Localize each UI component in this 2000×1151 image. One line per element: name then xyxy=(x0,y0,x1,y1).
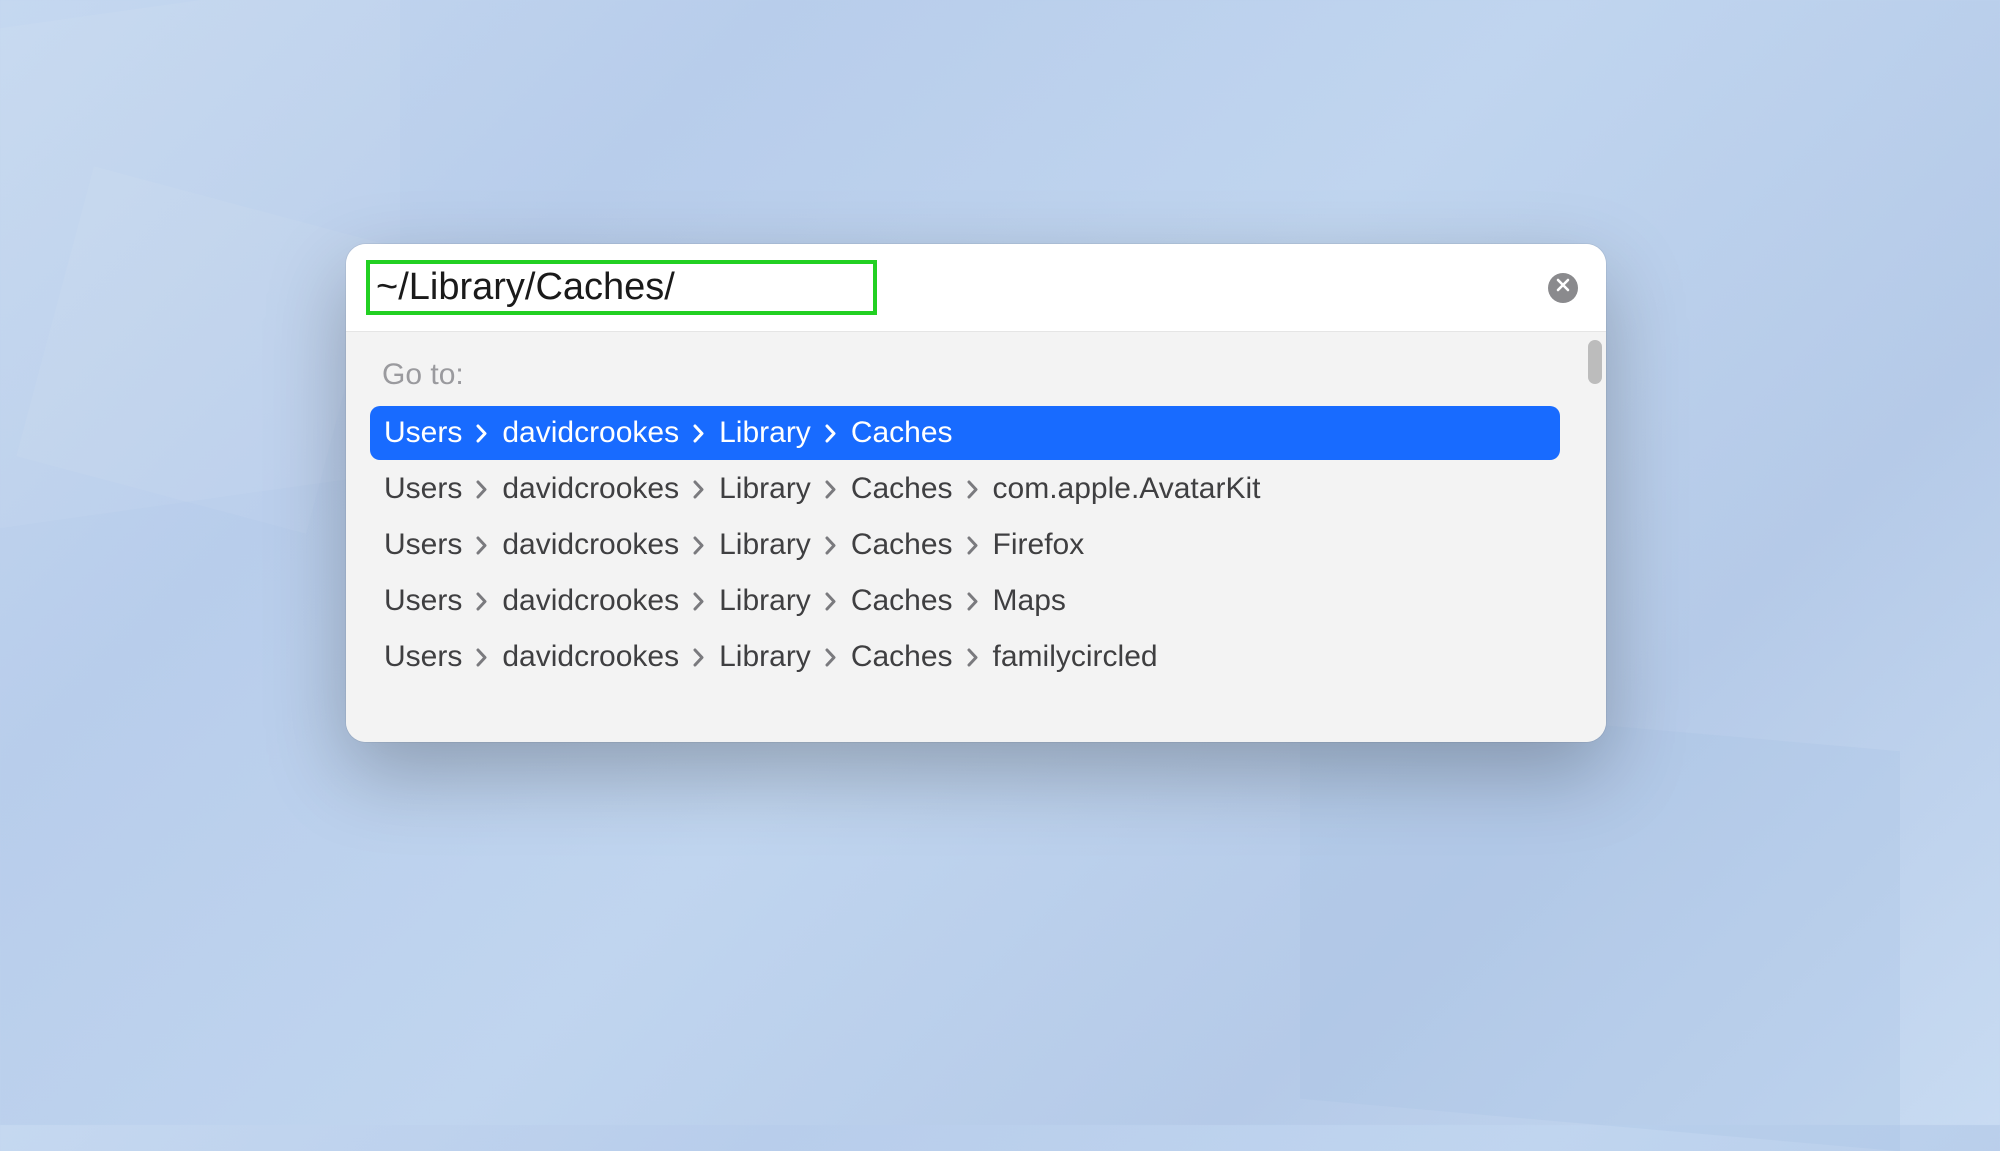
path-segment: Users xyxy=(384,584,462,618)
input-highlight-box xyxy=(366,260,877,315)
result-row[interactable]: Users davidcrookes Library Caches Firefox xyxy=(370,518,1560,572)
chevron-right-icon xyxy=(693,480,705,499)
result-row[interactable]: Users davidcrookes Library Caches familycirc… xyxy=(370,630,1560,684)
chevron-right-icon xyxy=(967,536,979,555)
results-list: Go to: UsersdavidcrookesLibraryCachesUse… xyxy=(346,332,1584,742)
path-segment: Caches xyxy=(851,640,953,674)
path-segment: Library xyxy=(719,528,811,562)
path-segment: Library xyxy=(719,640,811,674)
search-row xyxy=(346,244,1606,332)
result-row[interactable]: Users davidcrookes Library Caches Maps xyxy=(370,574,1560,628)
chevron-right-icon xyxy=(967,592,979,611)
close-icon xyxy=(1556,278,1570,297)
chevron-right-icon xyxy=(825,536,837,555)
path-segment: Users xyxy=(384,472,462,506)
path-segment: davidcrookes xyxy=(502,472,679,506)
chevron-right-icon xyxy=(693,648,705,667)
chevron-right-icon xyxy=(476,648,488,667)
chevron-right-icon xyxy=(476,592,488,611)
chevron-right-icon xyxy=(476,424,488,443)
chevron-right-icon xyxy=(693,536,705,555)
path-segment: Library xyxy=(719,416,811,450)
chevron-right-icon xyxy=(825,480,837,499)
result-row[interactable]: Users davidcrookes Library Caches xyxy=(370,406,1560,460)
chevron-right-icon xyxy=(825,592,837,611)
path-segment: Caches xyxy=(851,528,953,562)
chevron-right-icon xyxy=(476,480,488,499)
scrollbar-thumb[interactable] xyxy=(1588,340,1602,384)
clear-button[interactable] xyxy=(1548,273,1578,303)
chevron-right-icon xyxy=(476,536,488,555)
path-segment: davidcrookes xyxy=(502,640,679,674)
path-segment: davidcrookes xyxy=(502,416,679,450)
chevron-right-icon xyxy=(825,648,837,667)
results-area: Go to: UsersdavidcrookesLibraryCachesUse… xyxy=(346,332,1606,742)
path-segment: Caches xyxy=(851,416,953,450)
path-segment: Caches xyxy=(851,472,953,506)
scrollbar[interactable] xyxy=(1584,332,1606,742)
path-segment: Library xyxy=(719,584,811,618)
chevron-right-icon xyxy=(967,648,979,667)
path-segment: Users xyxy=(384,640,462,674)
chevron-right-icon xyxy=(693,592,705,611)
chevron-right-icon xyxy=(967,480,979,499)
path-segment: familycircled xyxy=(993,640,1158,674)
chevron-right-icon xyxy=(825,424,837,443)
path-segment: Caches xyxy=(851,584,953,618)
path-segment: com.apple.AvatarKit xyxy=(993,472,1261,506)
section-label: Go to: xyxy=(382,358,1560,392)
result-row[interactable]: Users davidcrookes Library Caches com.apple.… xyxy=(370,462,1560,516)
path-segment: davidcrookes xyxy=(502,584,679,618)
chevron-right-icon xyxy=(693,424,705,443)
path-segment: Users xyxy=(384,528,462,562)
go-to-folder-dialog: Go to: UsersdavidcrookesLibraryCachesUse… xyxy=(346,244,1606,742)
path-input[interactable] xyxy=(376,266,865,309)
path-segment: Maps xyxy=(993,584,1066,618)
path-segment: Firefox xyxy=(993,528,1085,562)
path-segment: davidcrookes xyxy=(502,528,679,562)
path-segment: Users xyxy=(384,416,462,450)
path-segment: Library xyxy=(719,472,811,506)
background-facet xyxy=(1300,699,1900,1151)
